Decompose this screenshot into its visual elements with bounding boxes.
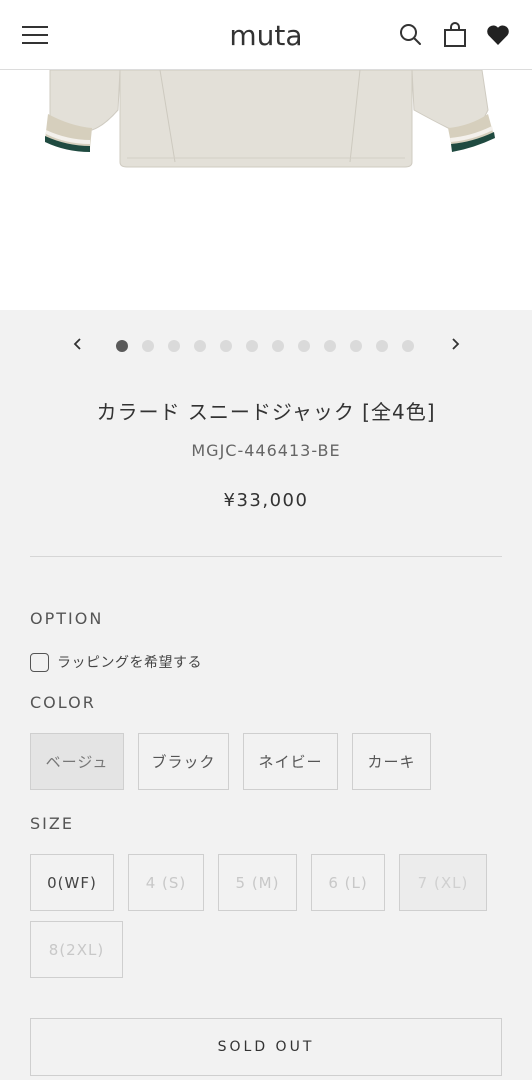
carousel-dot[interactable] — [168, 340, 180, 352]
carousel-dot[interactable] — [324, 340, 336, 352]
divider — [30, 556, 502, 557]
option-label: OPTION — [30, 609, 104, 628]
size-label: SIZE — [30, 814, 74, 833]
image-carousel-controls — [0, 330, 532, 360]
site-header: muta — [0, 0, 532, 70]
size-option-6[interactable]: 6 (L) — [311, 854, 385, 911]
carousel-dot[interactable] — [402, 340, 414, 352]
carousel-dot[interactable] — [116, 340, 128, 352]
carousel-dot[interactable] — [298, 340, 310, 352]
size-option-7[interactable]: 7 (XL) — [399, 854, 487, 911]
carousel-dots — [116, 340, 414, 352]
heart-icon[interactable] — [485, 22, 511, 48]
menu-icon[interactable] — [22, 24, 48, 46]
chevron-right-icon[interactable] — [445, 332, 465, 356]
carousel-dot[interactable] — [376, 340, 388, 352]
sold-out-button[interactable]: SOLD OUT — [30, 1018, 502, 1076]
color-option-navy[interactable]: ネイビー — [243, 733, 338, 790]
color-option-beige[interactable]: ベージュ — [30, 733, 124, 790]
search-icon[interactable] — [398, 22, 424, 48]
product-image[interactable] — [0, 70, 532, 310]
carousel-dot[interactable] — [246, 340, 258, 352]
chevron-left-icon[interactable] — [68, 332, 88, 356]
product-sku: MGJC-446413-BE — [191, 441, 341, 460]
wrapping-label: ラッピングを希望する — [57, 655, 202, 671]
wrapping-checkbox[interactable] — [30, 652, 49, 672]
color-option-black[interactable]: ブラック — [138, 733, 229, 790]
size-option-5[interactable]: 5 (M) — [218, 854, 297, 911]
product-title: カラード スニードジャック [全4色] — [96, 400, 436, 424]
menu-icon-bar — [22, 26, 48, 28]
carousel-dot[interactable] — [220, 340, 232, 352]
color-label: COLOR — [30, 693, 96, 712]
size-option-0[interactable]: 0(WF) — [30, 854, 114, 911]
color-option-khaki[interactable]: カーキ — [352, 733, 431, 790]
carousel-dot[interactable] — [272, 340, 284, 352]
carousel-dot[interactable] — [142, 340, 154, 352]
size-option-8[interactable]: 8(2XL) — [30, 921, 123, 978]
product-price: ¥33,000 — [223, 490, 309, 511]
bag-icon[interactable] — [442, 22, 468, 48]
menu-icon-bar — [22, 34, 48, 36]
wrapping-option[interactable]: ラッピングを希望する — [30, 651, 202, 673]
brand-logo[interactable]: muta — [216, 18, 316, 52]
carousel-dot[interactable] — [350, 340, 362, 352]
carousel-dot[interactable] — [194, 340, 206, 352]
menu-icon-bar — [22, 42, 48, 44]
size-option-4[interactable]: 4 (S) — [128, 854, 204, 911]
